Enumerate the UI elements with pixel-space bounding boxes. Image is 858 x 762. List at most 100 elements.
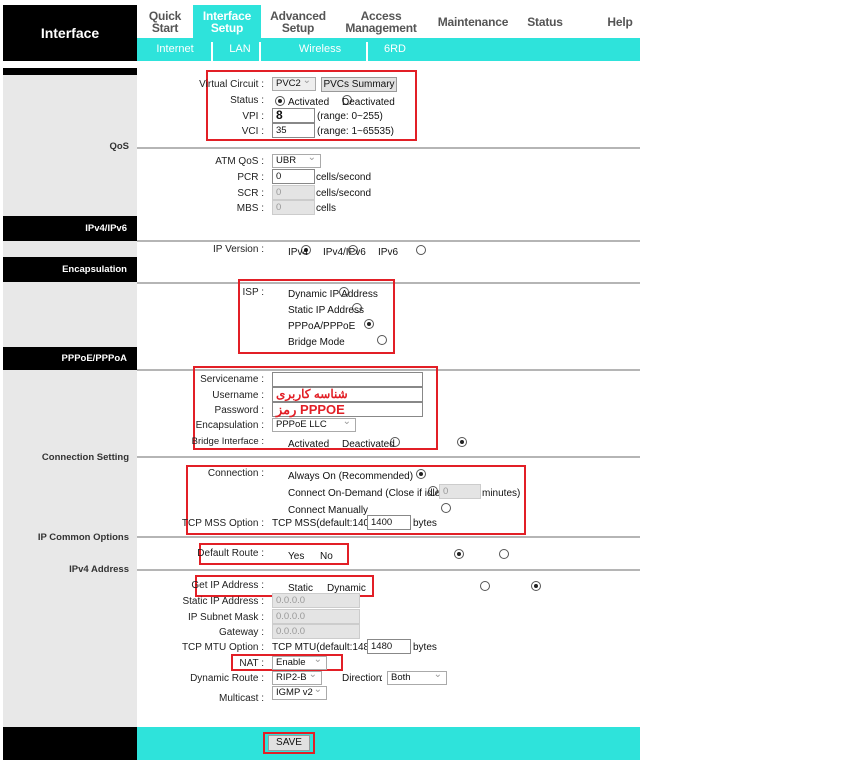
encapsulation-select[interactable]: PPPoE LLC [272, 416, 356, 432]
section-header-pppoe: PPPoE/PPPoA [3, 347, 137, 370]
side-label-ipv4: IPv4 Address [69, 564, 129, 575]
tab-maintenance[interactable]: Maintenance [432, 5, 514, 38]
status-deactivated-label: Deactivated [342, 97, 395, 108]
on-demand-label: Connect On-Demand (Close if idle for [288, 488, 455, 499]
scr-unit: cells/second [316, 188, 372, 199]
servicename-label: Servicename [0, 374, 264, 385]
tcp-mss-input[interactable]: 1400 [367, 515, 411, 530]
tcp-mss-unit: bytes [413, 518, 437, 529]
scr-input[interactable]: 0 [272, 185, 315, 200]
tcp-mtu-label: TCP MTU Option [0, 642, 264, 653]
static-ip-label: Static IP Address [0, 596, 264, 607]
isp-dynamic-label: Dynamic IP Address [288, 289, 378, 300]
atm-qos-label: ATM QoS [0, 156, 264, 167]
subnet-mask-input[interactable]: 0.0.0.0 [272, 609, 360, 624]
direction-label: Direction [342, 673, 382, 684]
divider [137, 147, 640, 149]
password-input[interactable]: رمز PPPOE [272, 402, 423, 417]
ipv4v6-label: IPv4/IPv6 [323, 247, 366, 258]
username-input[interactable]: شناسه کاربری [272, 387, 423, 402]
direction-colon: : [380, 673, 383, 684]
mbs-label: MBS [0, 203, 264, 214]
password-label: Password [0, 405, 264, 416]
gateway-label: Gateway [0, 627, 264, 638]
subtab-6rd[interactable]: 6RD [375, 38, 415, 61]
static-ip-input[interactable]: 0.0.0.0 [272, 593, 360, 608]
brand-interface: Interface [3, 5, 137, 61]
ipv6-label: IPv6 [378, 247, 399, 258]
vpi-label: VPI [0, 111, 264, 122]
section-header-ipv: IPv4/IPv6 [3, 216, 137, 241]
subtab-lan[interactable]: LAN [220, 38, 260, 61]
subtab-internet[interactable]: Internet [150, 38, 200, 61]
connection-label: Connection [0, 468, 264, 479]
ipv6-radio[interactable] [416, 245, 427, 255]
vc-label: Virtual Circuit [0, 79, 264, 90]
bridge-deactivated-label: Deactivated [342, 439, 395, 450]
section-header-encapsulation: Encapsulation [3, 257, 137, 282]
tab-quick-start[interactable]: Quick Start [140, 5, 190, 38]
tcp-mtu-unit: bytes [413, 642, 437, 653]
status-activated-label: Activated [288, 97, 330, 108]
isp-static-label: Static IP Address [288, 305, 364, 316]
gateway-input[interactable]: 0.0.0.0 [272, 624, 360, 639]
divider [137, 456, 640, 458]
vpi-range: (range: 0~255) [317, 111, 383, 122]
bridge-deactivated-radio[interactable] [456, 437, 467, 447]
status-activated-radio[interactable] [275, 96, 285, 106]
ip-version-label: IP Version [0, 244, 264, 255]
always-on-radio[interactable] [415, 469, 426, 479]
mbs-input[interactable]: 0 [272, 200, 315, 215]
tcp-mtu-text: TCP MTU(default:1480) [272, 642, 378, 653]
save-button[interactable]: SAVE [268, 735, 310, 751]
divider [137, 240, 640, 242]
subnav-divider [211, 42, 213, 61]
get-ip-static-radio[interactable] [479, 581, 490, 591]
subnav-divider [259, 42, 261, 61]
ipv4-label: IPv4 [288, 247, 309, 258]
multicast-select[interactable]: IGMP v2 [272, 684, 327, 700]
subnav-divider [366, 42, 368, 61]
tab-access-management[interactable]: Access Management [340, 5, 422, 38]
pcr-label: PCR [0, 172, 264, 183]
idle-minutes-input[interactable]: 0 [439, 484, 481, 499]
divider [137, 569, 640, 571]
tab-status[interactable]: Status [520, 5, 570, 38]
direction-select[interactable]: Both [387, 669, 447, 685]
side-label-ip-common: IP Common Options [37, 532, 129, 543]
isp-bridge-label: Bridge Mode [288, 337, 345, 348]
vpi-input[interactable]: 8 [272, 108, 315, 123]
subtab-wireless[interactable]: Wireless [285, 38, 355, 61]
pvcs-summary-button[interactable]: PVCs Summary [321, 77, 397, 92]
get-ip-dynamic-radio[interactable] [531, 581, 542, 591]
get-ip-label: Get IP Address [0, 580, 264, 591]
encapsulation-label: Encapsulation [0, 420, 264, 431]
nat-select[interactable]: Enable [272, 654, 327, 670]
pcr-input[interactable]: 0 [272, 169, 315, 184]
isp-pppoe-label: PPPoA/PPPoE [288, 321, 356, 332]
tab-advanced-setup[interactable]: Advanced Setup [264, 5, 332, 38]
dynamic-route-select[interactable]: RIP2-B [272, 669, 322, 685]
default-route-label: Default Route [0, 548, 264, 559]
scr-label: SCR [0, 188, 264, 199]
atm-qos-select[interactable]: UBR [272, 152, 321, 168]
side-label-connection: Connection Setting [41, 452, 129, 463]
divider [137, 536, 640, 538]
servicename-input[interactable] [272, 372, 423, 387]
vci-range: (range: 1~65535) [317, 126, 395, 137]
vci-input[interactable]: 35 [272, 123, 315, 138]
footer-left [3, 727, 137, 760]
tcp-mtu-input[interactable]: 1480 [367, 639, 411, 654]
pcr-unit: cells/second [316, 172, 372, 183]
default-route-yes-radio[interactable] [453, 549, 464, 559]
default-route-no-radio[interactable] [498, 549, 509, 559]
bridge-activated-label: Activated [288, 439, 330, 450]
tab-help[interactable]: Help [600, 5, 640, 38]
footer-bar [137, 727, 640, 760]
section-header-top [3, 68, 137, 75]
vc-select[interactable]: PVC2 [272, 75, 316, 91]
dynamic-route-label: Dynamic Route [0, 673, 264, 684]
tab-interface-setup[interactable]: Interface Setup [193, 5, 261, 38]
subnet-mask-label: IP Subnet Mask [0, 612, 264, 623]
tcp-mss-label: TCP MSS Option [0, 518, 264, 529]
